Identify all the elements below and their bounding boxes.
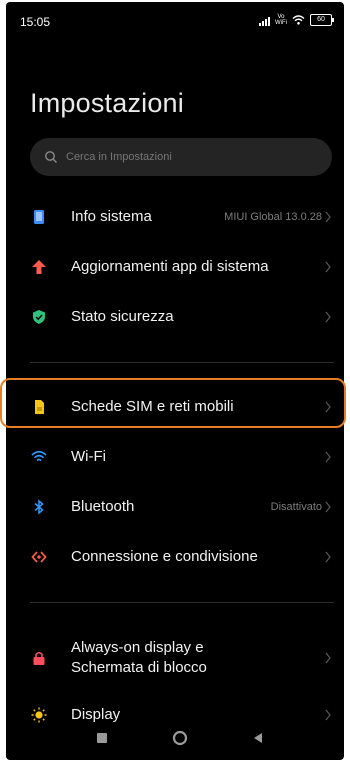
battery-icon: 60	[310, 14, 334, 26]
search-icon	[45, 151, 57, 163]
settings-item-label: Info sistema	[71, 208, 152, 225]
settings-item-label: Aggiornamenti app di sistema	[71, 258, 269, 275]
settings-item-label: Connessione e condivisione	[71, 548, 258, 565]
highlight-frame	[0, 378, 346, 428]
status-icons: Vo WiFi 60	[259, 14, 334, 26]
chevron-right-icon	[325, 311, 331, 323]
volte-wifi-icon: Vo WiFi	[275, 14, 287, 26]
status-bar: 15:05 Vo WiFi 60	[6, 2, 344, 42]
battery-level: 60	[317, 16, 325, 23]
search-input[interactable]	[64, 150, 308, 164]
settings-item-aggiornamenti[interactable]: Aggiornamenti app di sistema	[6, 242, 344, 292]
chevron-right-icon	[325, 551, 331, 563]
bluetooth-icon	[34, 499, 44, 515]
settings-item-value: Disattivato	[270, 501, 322, 513]
settings-item-label: Stato sicurezza	[71, 308, 174, 325]
chevron-right-icon	[325, 211, 331, 223]
status-time: 15:05	[20, 15, 51, 29]
phone-info-icon	[34, 210, 44, 224]
wifi-icon	[31, 450, 47, 462]
settings-item-connessione[interactable]: Connessione e condivisione	[6, 532, 344, 582]
chevron-right-icon	[325, 451, 331, 463]
page-title: Impostazioni	[30, 88, 184, 118]
lock-icon	[33, 651, 45, 665]
settings-item-wifi[interactable]: Wi-Fi	[6, 432, 344, 482]
chevron-right-icon	[325, 501, 331, 513]
shield-check-icon	[33, 310, 45, 324]
settings-item-label: Always-on display e Schermata di blocco	[71, 639, 207, 676]
search-bar[interactable]	[30, 138, 332, 176]
settings-item-bluetooth[interactable]: Bluetooth Disattivato	[6, 482, 344, 532]
chevron-right-icon	[325, 261, 331, 273]
recents-square-icon[interactable]	[96, 732, 108, 744]
settings-item-label: Wi-Fi	[71, 448, 106, 465]
settings-item-value: MIUI Global 13.0.28	[224, 211, 322, 223]
section-divider	[30, 602, 334, 603]
signal-icon	[259, 14, 270, 26]
settings-item-info-sistema[interactable]: Info sistema MIUI Global 13.0.28	[6, 192, 344, 242]
settings-item-label: Bluetooth	[71, 498, 135, 515]
section-divider	[30, 362, 334, 363]
arrow-up-icon	[32, 260, 46, 274]
share-connection-icon	[31, 551, 47, 563]
home-circle-icon[interactable]	[172, 730, 188, 746]
navigation-bar	[6, 720, 344, 760]
settings-item-always-on-display[interactable]: Always-on display e Schermata di blocco	[6, 632, 344, 684]
settings-item-stato-sicurezza[interactable]: Stato sicurezza	[6, 292, 344, 342]
chevron-right-icon	[325, 652, 331, 664]
wifi-status-icon	[292, 15, 305, 25]
back-triangle-icon[interactable]	[252, 732, 264, 744]
